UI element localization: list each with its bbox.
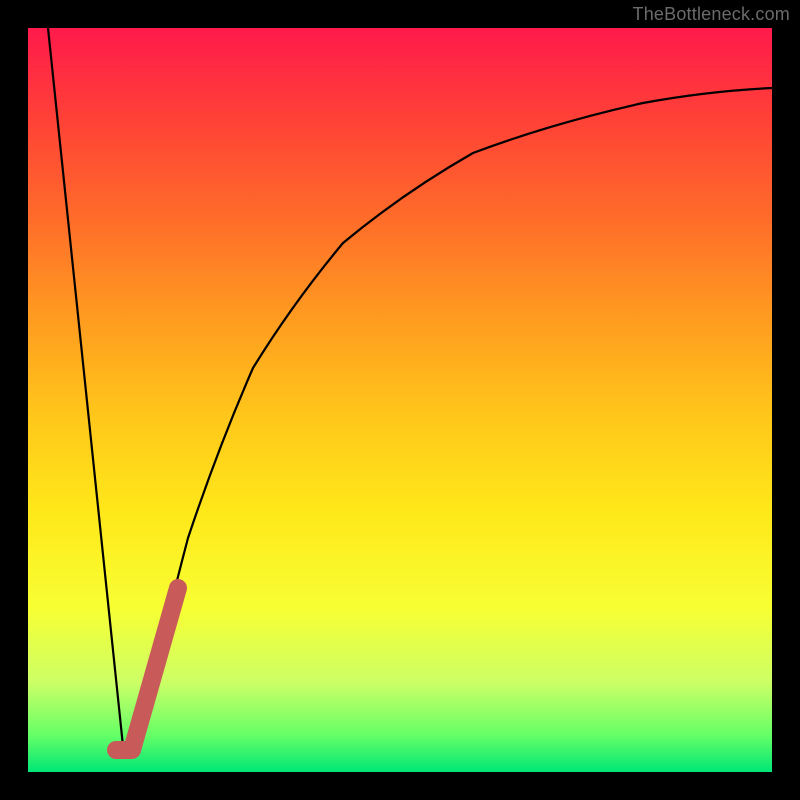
chart-frame: TheBottleneck.com bbox=[0, 0, 800, 800]
marker-stroke bbox=[116, 588, 178, 750]
left-descent-curve bbox=[48, 28, 123, 746]
plot-area bbox=[28, 28, 772, 772]
watermark-text: TheBottleneck.com bbox=[633, 4, 790, 25]
curve-layer bbox=[28, 28, 772, 772]
right-asymptote-curve bbox=[138, 88, 772, 743]
